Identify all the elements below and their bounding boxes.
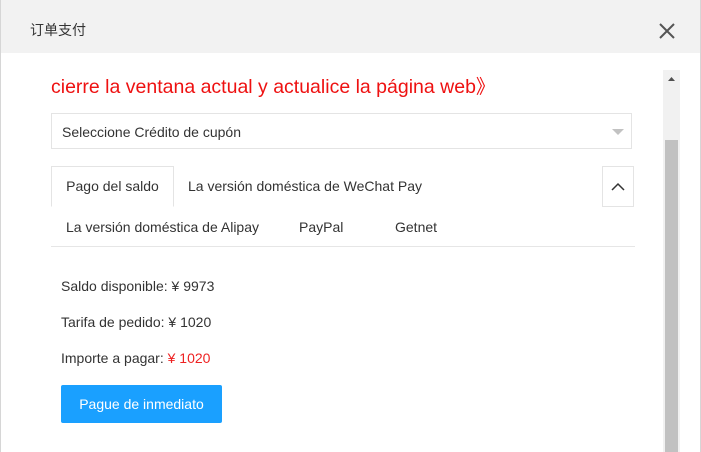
order-fee: Tarifa de pedido: ¥ 1020: [61, 314, 211, 330]
vertical-scrollbar[interactable]: [663, 70, 680, 452]
amount-due: Importe a pagar: ¥ 1020: [61, 350, 210, 366]
refresh-notice: cierre la ventana actual y actualice la …: [51, 76, 496, 98]
tab-paypal[interactable]: PayPal: [299, 219, 343, 235]
dialog-titlebar: 订单支付: [1, 0, 700, 53]
chevron-down-icon: [612, 129, 624, 135]
close-icon[interactable]: [657, 21, 677, 41]
dialog-content: cierre la ventana actual y actualice la …: [1, 53, 663, 452]
coupon-select-value: Seleccione Crédito de cupón: [62, 124, 242, 140]
tab-balance-payment[interactable]: Pago del saldo: [51, 166, 174, 207]
amount-due-value: ¥ 1020: [167, 350, 211, 366]
order-fee-value: ¥ 1020: [168, 314, 212, 330]
available-balance-value: ¥ 9973: [171, 278, 215, 294]
scroll-up-arrow-icon[interactable]: [663, 70, 680, 87]
tab-alipay[interactable]: La versión doméstica de Alipay: [66, 219, 259, 235]
collapse-tabs-button[interactable]: [602, 166, 634, 207]
dialog-title: 订单支付: [30, 23, 86, 39]
tabs-divider: [51, 246, 635, 247]
coupon-select[interactable]: Seleccione Crédito de cupón: [51, 113, 632, 149]
available-balance: Saldo disponible: ¥ 9973: [61, 278, 214, 294]
order-fee-label: Tarifa de pedido:: [61, 314, 169, 330]
scrollbar-thumb[interactable]: [665, 140, 678, 452]
tab-wechat-pay[interactable]: La versión doméstica de WeChat Pay: [188, 178, 422, 194]
amount-due-label: Importe a pagar:: [61, 350, 168, 366]
payment-dialog: 订单支付 cierre la ventana actual y actualic…: [0, 0, 701, 452]
tab-getnet[interactable]: Getnet: [395, 219, 437, 235]
chevron-up-icon: [611, 182, 625, 191]
available-balance-label: Saldo disponible:: [61, 278, 172, 294]
pay-now-button[interactable]: Pague de inmediato: [61, 385, 222, 423]
